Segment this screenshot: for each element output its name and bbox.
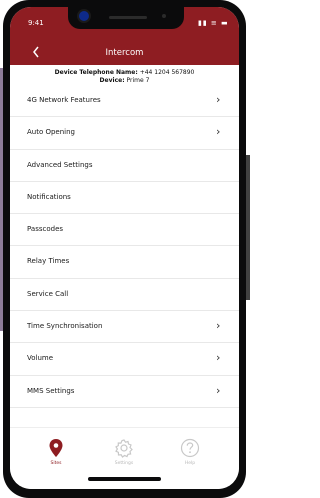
status-icons: ▮▮ ≡ ▬ bbox=[198, 19, 229, 27]
page-title: Intercom bbox=[105, 48, 144, 58]
notch bbox=[68, 7, 184, 29]
chevron-right-icon: › bbox=[216, 351, 221, 365]
device-telephone-row: Device Telephone Name: +44 1204 567890 bbox=[10, 69, 239, 77]
chevron-right-icon: › bbox=[216, 383, 221, 397]
menu-item-label: Service Call bbox=[27, 289, 69, 298]
menu-item-notifications[interactable]: Notifications bbox=[10, 182, 239, 215]
device-row: Device: Prime 7 bbox=[10, 77, 239, 85]
menu-item-label: Notifications bbox=[27, 192, 71, 201]
device-telephone-label: Device Telephone Name: bbox=[54, 69, 138, 76]
menu-item-4g-network-features[interactable]: 4G Network Features › bbox=[10, 85, 239, 118]
menu-item-label: Auto Opening bbox=[27, 128, 75, 137]
question-circle-icon bbox=[180, 438, 200, 458]
menu-item-advanced-settings[interactable]: Advanced Settings bbox=[10, 150, 239, 182]
device-label: Device: bbox=[99, 77, 125, 84]
phone-frame: 9:41 ▮▮ ≡ ▬ Intercom Device Telephone Na… bbox=[3, 0, 246, 498]
menu-item-auto-opening[interactable]: Auto Opening › bbox=[10, 117, 239, 150]
sensor-icon bbox=[162, 14, 166, 18]
menu-item-label: Time Synchronisation bbox=[27, 322, 103, 331]
chevron-right-icon: › bbox=[216, 125, 221, 139]
tab-label: Help bbox=[184, 461, 196, 466]
home-indicator bbox=[88, 477, 161, 481]
menu-item-relay-times[interactable]: Relay Times bbox=[10, 246, 239, 279]
speaker-icon bbox=[109, 16, 147, 19]
device-info: Device Telephone Name: +44 1204 567890 D… bbox=[10, 69, 239, 85]
menu-item-label: Relay Times bbox=[27, 257, 70, 266]
tab-label: Settings bbox=[114, 461, 134, 466]
menu-item-mms-settings[interactable]: MMS Settings › bbox=[10, 376, 239, 408]
location-pin-icon bbox=[49, 439, 63, 457]
tab-help[interactable]: Help bbox=[160, 438, 220, 466]
menu-item-passcodes[interactable]: Passcodes bbox=[10, 214, 239, 247]
camera-icon bbox=[79, 11, 89, 21]
phone-screen: 9:41 ▮▮ ≡ ▬ Intercom Device Telephone Na… bbox=[10, 7, 239, 489]
navigation-bar: Intercom bbox=[10, 41, 239, 65]
status-time: 9:41 bbox=[28, 19, 44, 27]
menu-item-time-synchronisation[interactable]: Time Synchronisation › bbox=[10, 311, 239, 344]
menu-item-label: Volume bbox=[27, 354, 54, 363]
chevron-right-icon: › bbox=[216, 93, 221, 106]
tab-label: Sites bbox=[50, 461, 62, 466]
settings-menu: 4G Network Features › Auto Opening › Adv… bbox=[10, 85, 239, 408]
menu-item-label: MMS Settings bbox=[27, 386, 75, 395]
tab-sites[interactable]: Sites bbox=[26, 438, 86, 466]
menu-item-service-call[interactable]: Service Call bbox=[10, 279, 239, 312]
menu-item-volume[interactable]: Volume › bbox=[10, 343, 239, 376]
gear-icon bbox=[115, 439, 133, 458]
menu-item-label: 4G Network Features bbox=[27, 96, 101, 104]
menu-item-label: Advanced Settings bbox=[27, 160, 93, 169]
device-value: Prime 7 bbox=[126, 77, 150, 84]
tab-settings[interactable]: Settings bbox=[94, 438, 154, 466]
device-telephone-value: +44 1204 567890 bbox=[139, 69, 195, 76]
chevron-right-icon: › bbox=[216, 319, 221, 333]
menu-item-label: Passcodes bbox=[27, 225, 64, 234]
